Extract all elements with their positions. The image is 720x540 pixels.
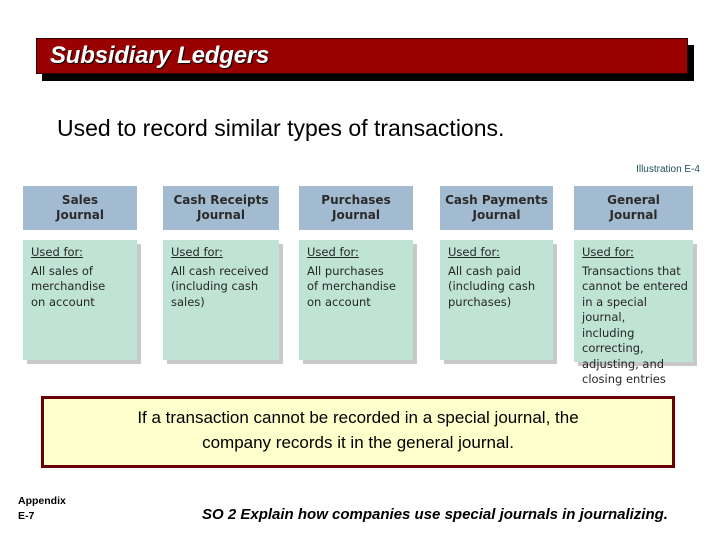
journal-sales: Sales Journal Used for: All sales of merc… [23, 186, 141, 364]
journal-cash-payments: Cash Payments Journal Used for: All cash … [440, 186, 557, 364]
journal-header: Cash Receipts Journal [163, 186, 279, 230]
journal-description: All cash received (including cash sales) [171, 263, 269, 309]
illustration-label: Illustration E-4 [636, 164, 700, 175]
journal-name: Purchases [321, 193, 391, 207]
journal-name: Cash Receipts [173, 193, 269, 207]
journal-description: All purchases of merchandise on account [307, 263, 397, 309]
used-for-label: Used for: [171, 245, 223, 259]
journal-description: All cash paid (including cash purchases) [448, 263, 536, 309]
journal-header: Sales Journal [23, 186, 137, 230]
journal-header: Cash Payments Journal [440, 186, 553, 230]
used-for-label: Used for: [31, 245, 83, 259]
journal-body: Used for: All sales of merchandise on ac… [23, 240, 137, 360]
journal-name-line2: Journal [332, 208, 380, 222]
journal-description: All sales of merchandise on account [31, 263, 106, 309]
journal-description: Transactions that cannot be entered in a… [582, 263, 688, 387]
journal-purchases: Purchases Journal Used for: All purchases… [299, 186, 417, 364]
journal-body: Used for: All cash paid (including cash … [440, 240, 553, 360]
journal-body: Used for: All purchases of merchandise o… [299, 240, 413, 360]
journal-cash-receipts: Cash Receipts Journal Used for: All cash … [163, 186, 283, 364]
journal-name-line2: Journal [609, 208, 658, 222]
journal-body: Used for: Transactions that cannot be en… [574, 240, 693, 386]
appendix-line-2: E-7 [18, 510, 35, 522]
journal-name-line2: Journal [472, 208, 521, 222]
title-bar: Subsidiary Ledgers [36, 38, 688, 74]
used-for-label: Used for: [582, 245, 634, 259]
journal-header: General Journal [574, 186, 693, 230]
journal-body: Used for: All cash received (including c… [163, 240, 279, 360]
journal-header: Purchases Journal [299, 186, 413, 230]
note-line-2: company records it in the general journa… [202, 433, 514, 452]
used-for-label: Used for: [307, 245, 359, 259]
slide-subtitle: Used to record similar types of transact… [57, 115, 505, 141]
journal-general: General Journal Used for: Transactions th… [574, 186, 697, 386]
appendix-line-1: Appendix [18, 495, 66, 507]
journal-name-line2: Journal [197, 208, 245, 222]
journal-name: Cash Payments [445, 193, 548, 207]
note-box: If a transaction cannot be recorded in a… [41, 396, 675, 468]
journal-name-line2: Journal [56, 208, 104, 222]
slide-title: Subsidiary Ledgers [50, 42, 270, 69]
note-line-1: If a transaction cannot be recorded in a… [137, 408, 579, 427]
journal-name: General [607, 193, 660, 207]
used-for-label: Used for: [448, 245, 500, 259]
appendix-label: Appendix E-7 [18, 494, 66, 524]
journal-name: Sales [61, 193, 99, 207]
study-objective: SO 2 Explain how companies use special j… [202, 506, 668, 523]
